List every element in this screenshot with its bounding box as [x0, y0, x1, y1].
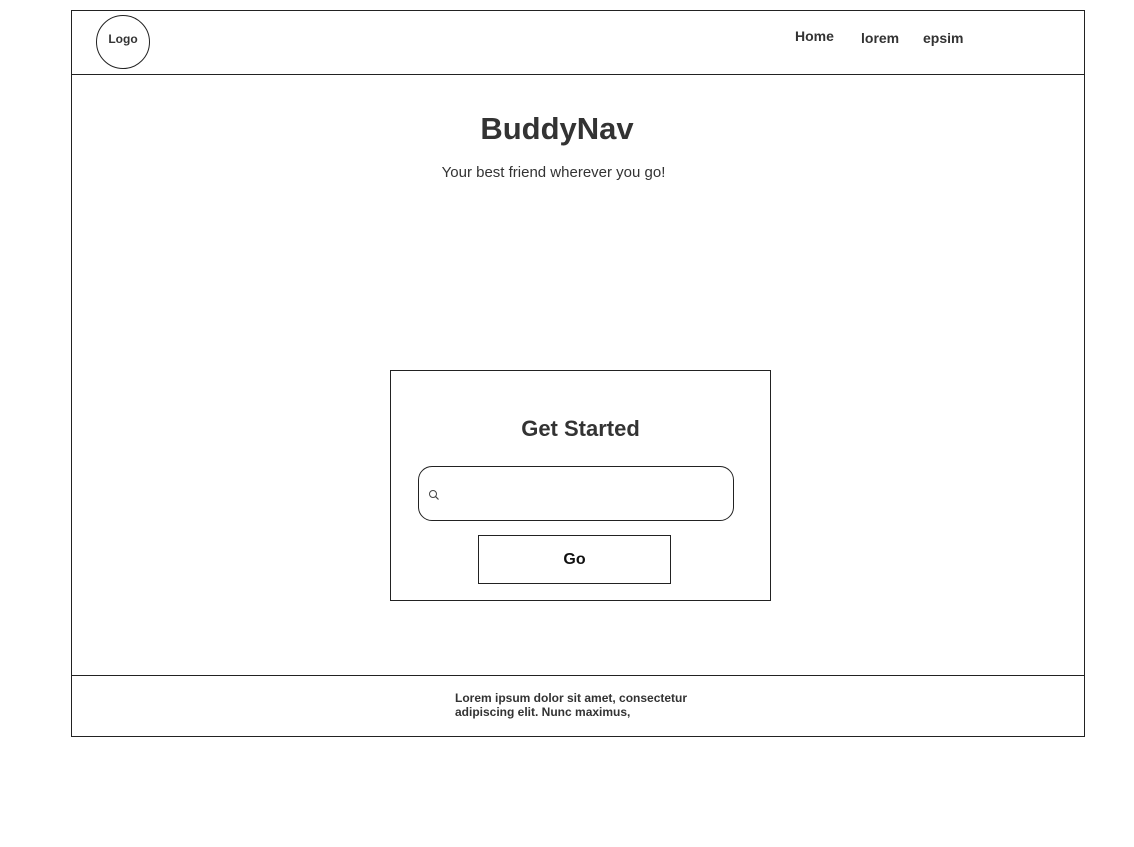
- page-subtitle: Your best friend wherever you go!: [441, 164, 666, 181]
- logo[interactable]: Logo: [96, 15, 150, 69]
- nav-link-epsim[interactable]: epsim: [923, 30, 963, 46]
- footer-text: Lorem ipsum dolor sit amet, consectetur …: [455, 691, 688, 719]
- search-box[interactable]: [418, 466, 734, 521]
- card-title: Get Started: [521, 416, 640, 441]
- page-title: BuddyNav: [480, 111, 634, 146]
- nav-link-home[interactable]: Home: [795, 28, 834, 44]
- logo-label: Logo: [108, 32, 138, 46]
- get-started-card: Get Started Go: [390, 370, 771, 601]
- footer: Lorem ipsum dolor sit amet, consectetur …: [72, 675, 1084, 737]
- page-frame: Logo Home lorem epsim BuddyNav Your best…: [71, 10, 1085, 737]
- header: Logo Home lorem epsim: [72, 11, 1084, 75]
- search-input[interactable]: [447, 477, 726, 511]
- search-icon: [428, 488, 440, 500]
- go-button[interactable]: Go: [478, 535, 671, 584]
- nav-link-lorem[interactable]: lorem: [861, 30, 899, 46]
